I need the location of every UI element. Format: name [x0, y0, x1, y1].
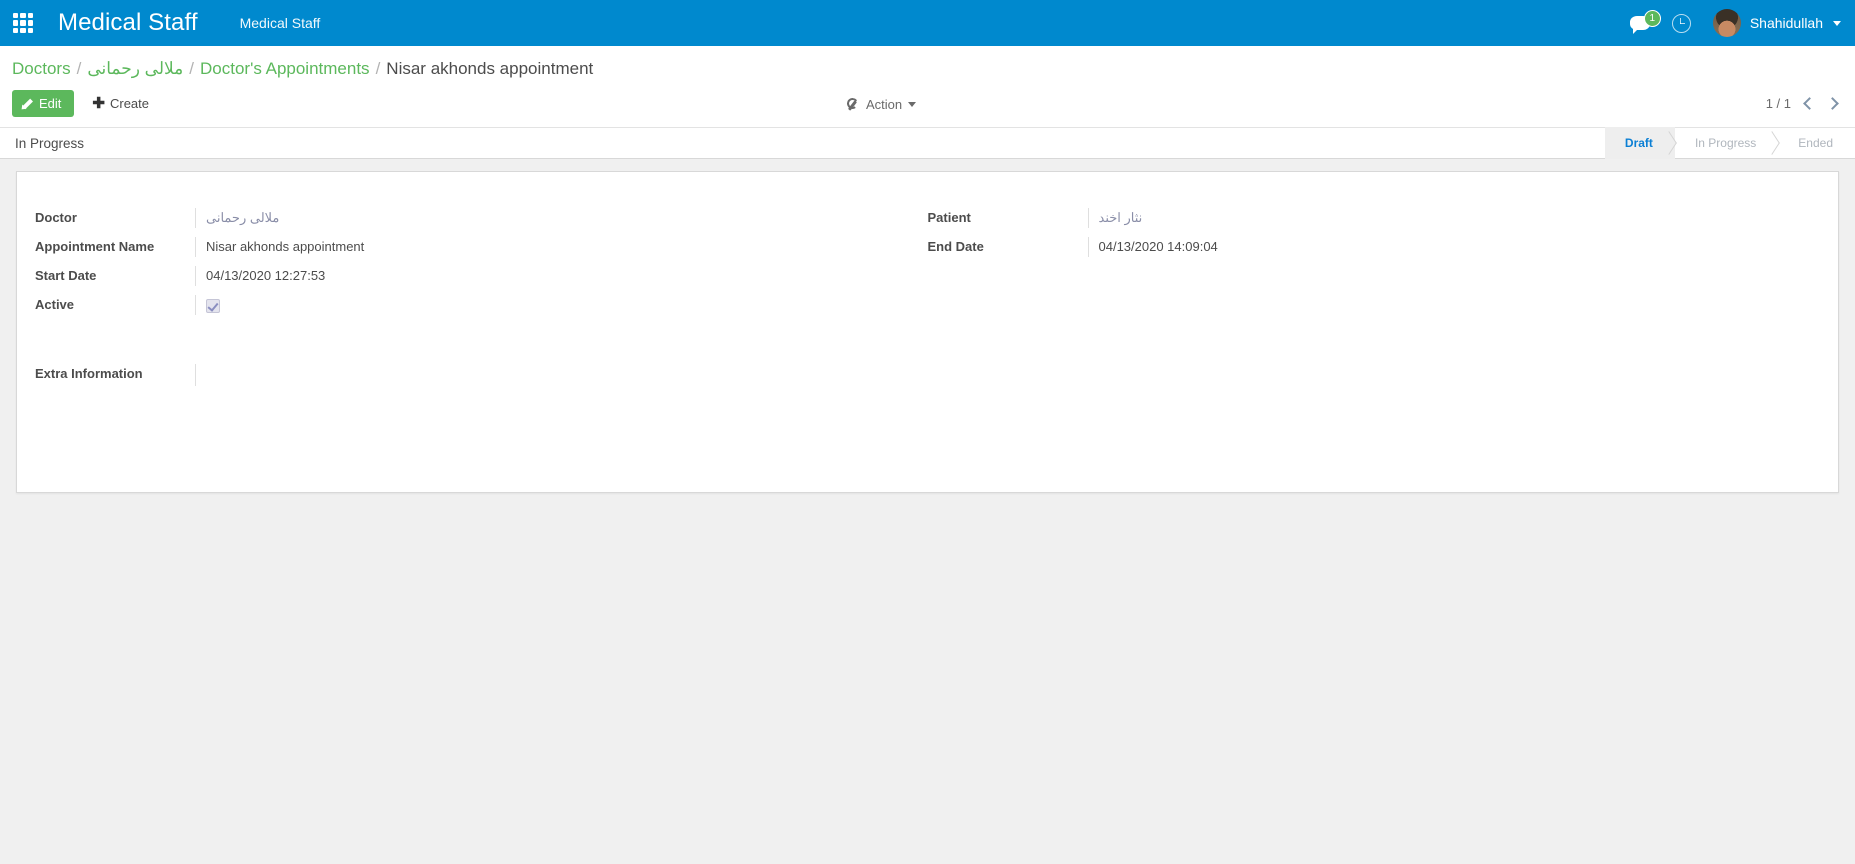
chevron-left-icon[interactable] [1803, 97, 1816, 110]
field-row-patient: Patient نثار اخند [928, 208, 1821, 230]
field-label-appointment-name: Appointment Name [35, 239, 155, 254]
status-line: In Progress Draft In Progress Ended [0, 127, 1855, 159]
field-row-start-date: Start Date 04/13/2020 12:27:53 [35, 266, 928, 288]
breadcrumb-item-doctors[interactable]: Doctors [12, 59, 71, 79]
user-name-label: Shahidullah [1749, 15, 1823, 31]
form-sheet: Doctor ملالی رحمانی Appointment Name Nis… [16, 171, 1839, 493]
field-value-end-date: 04/13/2020 14:09:04 [1087, 237, 1821, 257]
breadcrumb-separator: / [375, 59, 381, 78]
field-value-active-wrap [195, 295, 928, 315]
top-navbar: Medical Staff Medical Staff 1 Shahidulla… [0, 0, 1855, 46]
pencil-icon [22, 98, 33, 109]
field-label-start-date: Start Date [35, 268, 97, 283]
field-label-extra-information: Extra Information [35, 366, 143, 381]
action-dropdown-label: Action [866, 97, 903, 112]
breadcrumb: Doctors / ملالی رحمانی / Doctor's Appoin… [0, 46, 1855, 90]
status-stage-label: Draft [1624, 136, 1653, 150]
status-stage-in-progress[interactable]: In Progress [1675, 127, 1781, 159]
active-checkbox[interactable] [206, 298, 220, 313]
field-row-active: Active [35, 295, 928, 317]
navbar-right-group: 1 Shahidullah [1629, 9, 1841, 37]
field-row-doctor: Doctor ملالی رحمانی [35, 208, 928, 230]
extra-information-block: Extra Information [35, 364, 1820, 393]
edit-button[interactable]: Edit [12, 90, 75, 117]
field-label-doctor: Doctor [35, 210, 77, 225]
form-grid: Doctor ملالی رحمانی Appointment Name Nis… [35, 208, 1820, 324]
field-value-doctor-wrap: ملالی رحمانی [195, 208, 928, 228]
form-column-left: Doctor ملالی رحمانی Appointment Name Nis… [35, 208, 928, 324]
wrench-icon [847, 98, 860, 111]
breadcrumb-separator: / [189, 59, 194, 78]
status-title: In Progress [15, 135, 85, 151]
field-row-end-date: End Date 04/13/2020 14:09:04 [928, 237, 1821, 259]
statusbar: Draft In Progress Ended [1604, 127, 1855, 159]
field-label-active: Active [35, 297, 75, 312]
status-stage-draft[interactable]: Draft [1604, 127, 1677, 159]
pager: 1 / 1 [1766, 96, 1841, 111]
field-value-appointment-name: Nisar akhonds appointment [195, 237, 928, 257]
field-row-appointment-name: Appointment Name Nisar akhonds appointme… [35, 237, 928, 259]
menu-item-medical-staff[interactable]: Medical Staff [240, 15, 321, 31]
brand-title[interactable]: Medical Staff [58, 9, 198, 37]
breadcrumb-separator: / [76, 59, 82, 78]
field-value-extra-information[interactable] [195, 364, 1820, 386]
pager-count[interactable]: 1 / 1 [1766, 96, 1791, 111]
status-stage-ended[interactable]: Ended [1778, 127, 1855, 159]
action-dropdown[interactable]: Action [843, 92, 920, 117]
sheet-background: Doctor ملالی رحمانی Appointment Name Nis… [0, 159, 1855, 857]
create-button-label: Create [109, 96, 150, 111]
apps-grid-icon[interactable] [10, 10, 36, 36]
field-value-patient-wrap: نثار اخند [1087, 208, 1821, 228]
field-label-end-date: End Date [927, 239, 984, 254]
plus-icon: ✚ [92, 95, 105, 112]
messages-count-badge: 1 [1643, 10, 1661, 27]
breadcrumb-item-doctors-appointments[interactable]: Doctor's Appointments [200, 59, 370, 79]
field-label-patient: Patient [927, 210, 971, 225]
control-panel: Edit ✚ Create Action 1 / 1 [0, 90, 1855, 127]
chevron-down-icon [908, 102, 917, 107]
clock-icon[interactable] [1671, 13, 1691, 33]
status-stage-label: Ended [1798, 136, 1833, 150]
field-row-extra-information: Extra Information [35, 364, 1820, 386]
chevron-down-icon [1833, 20, 1841, 26]
field-value-start-date: 04/13/2020 12:27:53 [195, 266, 928, 286]
user-menu[interactable]: Shahidullah [1712, 9, 1841, 37]
form-column-right: Patient نثار اخند End Date 04/13/2020 14… [928, 208, 1821, 324]
create-button[interactable]: ✚ Create [88, 90, 153, 117]
avatar [1712, 9, 1741, 37]
field-value-patient[interactable]: نثار اخند [1099, 210, 1143, 225]
chevron-right-icon[interactable] [1826, 97, 1839, 110]
status-stage-label: In Progress [1694, 136, 1757, 150]
breadcrumb-item-doctor-name[interactable]: ملالی رحمانی [87, 59, 183, 79]
field-value-doctor[interactable]: ملالی رحمانی [206, 210, 279, 225]
messages-button[interactable]: 1 [1629, 10, 1661, 34]
breadcrumb-item-current: Nisar akhonds appointment [386, 59, 594, 78]
edit-button-label: Edit [39, 96, 62, 111]
